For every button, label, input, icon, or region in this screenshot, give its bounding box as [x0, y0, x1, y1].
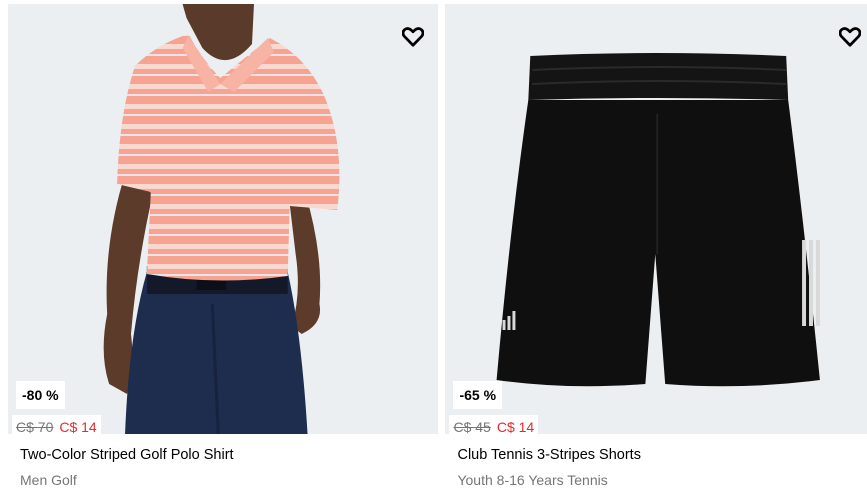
heart-icon — [402, 27, 425, 47]
sale-price: C$ 14 — [496, 418, 535, 435]
product-category: Youth 8-16 Years Tennis — [457, 472, 608, 488]
product-image[interactable]: -80 % C$ 70 C$ 14 — [8, 4, 439, 434]
price-tag: C$ 70 C$ 14 — [12, 415, 101, 434]
product-category: Men Golf — [20, 472, 77, 488]
wishlist-button[interactable] — [402, 26, 425, 48]
tennis-shorts-photo — [497, 53, 821, 387]
price-tag: C$ 45 C$ 14 — [449, 415, 539, 435]
product-card[interactable]: -65 % C$ 45 C$ 14 Club Tennis 3-Stripes … — [445, 0, 867, 490]
product-name[interactable]: Club Tennis 3-Stripes Shorts — [457, 447, 641, 463]
product-name[interactable]: Two-Color Striped Golf Polo Shirt — [20, 447, 234, 463]
heart-icon — [839, 27, 861, 47]
sale-price: C$ 14 — [59, 418, 97, 435]
discount-badge: -80 % — [16, 381, 65, 409]
golf-polo-shirt-photo — [103, 4, 340, 434]
original-price: C$ 70 — [16, 418, 54, 435]
discount-badge: -65 % — [453, 381, 503, 409]
wishlist-button[interactable] — [839, 26, 861, 48]
product-image[interactable]: -65 % C$ 45 C$ 14 — [445, 4, 867, 434]
product-grid: -80 % C$ 70 C$ 14 Two-Color Striped Golf… — [0, 0, 867, 490]
original-price: C$ 45 — [453, 418, 491, 435]
product-card[interactable]: -80 % C$ 70 C$ 14 Two-Color Striped Golf… — [8, 0, 439, 490]
